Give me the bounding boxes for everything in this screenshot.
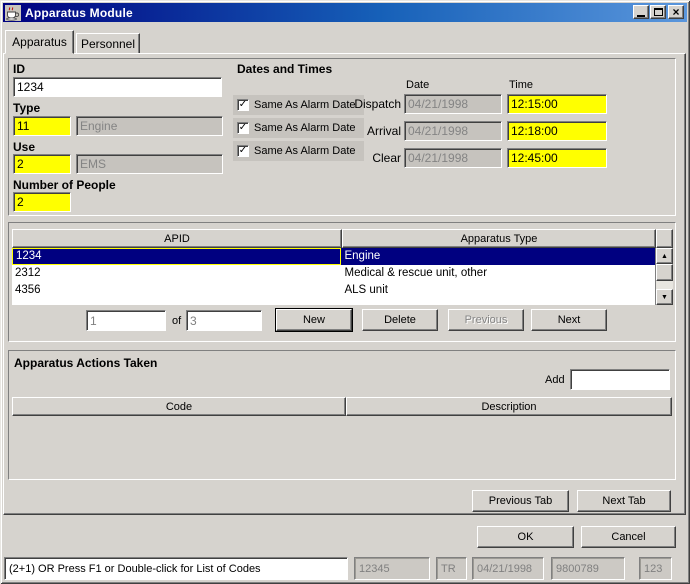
scroll-down-button[interactable]: ▼ [656,289,673,305]
type-cell: ALS unit [341,282,655,299]
description-column-header[interactable]: Description [346,397,672,416]
use-description-field [76,154,223,174]
scrollbar-thumb[interactable] [656,264,673,281]
record-number-input[interactable] [86,310,166,331]
apparatus-type-column-header[interactable]: Apparatus Type [342,229,656,248]
check-icon: ✓ [239,100,247,110]
previous-button: Previous [448,309,524,331]
dispatch-time-input[interactable] [507,94,607,114]
status-field-code: TR [436,557,467,580]
status-message: (2+1) OR Press F1 or Double-click for Li… [4,557,348,580]
clear-date-field [404,148,502,168]
same-as-alarm-checkbox-arrival[interactable]: ✓ [237,122,249,134]
apid-column-header[interactable]: APID [12,229,342,248]
type-description-field [76,116,223,136]
tab-apparatus-label: Apparatus [12,35,67,49]
table-row[interactable]: 4356 ALS unit [12,282,655,299]
status-field-fdid: 12345 [354,557,430,580]
title-bar[interactable]: Apparatus Module × [3,3,687,22]
delete-button[interactable]: Delete [362,309,438,331]
apid-cell: 2312 [12,265,341,282]
table-scrollbar[interactable]: ▲ ▼ [656,248,673,305]
tab-personnel[interactable]: Personnel [76,33,140,54]
maximize-button[interactable] [650,5,666,19]
apid-cell: 1234 [12,248,341,265]
number-of-people-label: Number of People [13,178,116,192]
actions-taken-heading: Apparatus Actions Taken [14,356,157,370]
same-as-alarm-label: Same As Alarm Date [254,145,356,157]
previous-tab-button[interactable]: Previous Tab [472,490,569,512]
tab-personnel-label: Personnel [81,37,135,51]
add-label: Add [545,374,565,386]
check-icon: ✓ [239,123,247,133]
code-column-header[interactable]: Code [12,397,346,416]
type-label: Type [13,101,40,115]
number-of-people-input[interactable] [13,192,71,212]
dispatch-date-field [404,94,502,114]
tab-apparatus[interactable]: Apparatus [5,30,74,54]
id-label: ID [13,62,25,76]
close-icon: × [672,7,679,17]
table-row[interactable]: 2312 Medical & rescue unit, other [12,265,655,282]
date-column-header: Date [406,79,429,91]
new-button[interactable]: New [276,309,352,331]
use-code-input[interactable] [13,154,71,174]
same-as-alarm-label: Same As Alarm Date [254,99,356,111]
check-icon: ✓ [239,146,247,156]
next-button[interactable]: Next [531,309,607,331]
add-code-input[interactable] [570,369,670,390]
clear-label: Clear [345,151,401,165]
type-cell: Medical & rescue unit, other [341,265,655,282]
minimize-icon [637,15,645,17]
arrival-date-field [404,121,502,141]
arrival-time-input[interactable] [507,121,607,141]
apparatus-table-body: 1234 Engine 2312 Medical & rescue unit, … [12,248,656,305]
same-as-alarm-label: Same As Alarm Date [254,122,356,134]
apparatus-module-window: Apparatus Module × Apparatus Personnel I… [0,0,690,584]
app-icon [5,5,21,21]
arrival-label: Arrival [345,124,401,138]
close-button[interactable]: × [668,5,684,19]
maximize-icon [654,8,663,16]
record-total-input [186,310,262,331]
dates-times-heading: Dates and Times [237,62,332,76]
scrollbar-header-cap [656,229,673,248]
cancel-button[interactable]: Cancel [581,526,676,548]
ok-button[interactable]: OK [477,526,574,548]
of-label: of [172,315,181,327]
scroll-up-button[interactable]: ▲ [656,248,673,264]
next-tab-button[interactable]: Next Tab [577,490,671,512]
window-title: Apparatus Module [25,6,133,20]
dispatch-label: Dispatch [345,97,401,111]
status-field-incident: 9800789 [551,557,625,580]
status-field-exposure: 123 [639,557,672,580]
apid-cell: 4356 [12,282,341,299]
type-code-input[interactable] [13,116,71,136]
clear-time-input[interactable] [507,148,607,168]
scroll-up-icon: ▲ [661,253,668,260]
status-field-date: 04/21/1998 [472,557,544,580]
same-as-alarm-checkbox-clear[interactable]: ✓ [237,145,249,157]
type-cell: Engine [341,248,655,265]
use-label: Use [13,140,35,154]
minimize-button[interactable] [633,5,649,19]
id-input[interactable] [13,77,222,97]
table-row[interactable]: 1234 Engine [12,248,655,265]
scroll-down-icon: ▼ [661,294,668,301]
same-as-alarm-checkbox-dispatch[interactable]: ✓ [237,99,249,111]
time-column-header: Time [509,79,533,91]
